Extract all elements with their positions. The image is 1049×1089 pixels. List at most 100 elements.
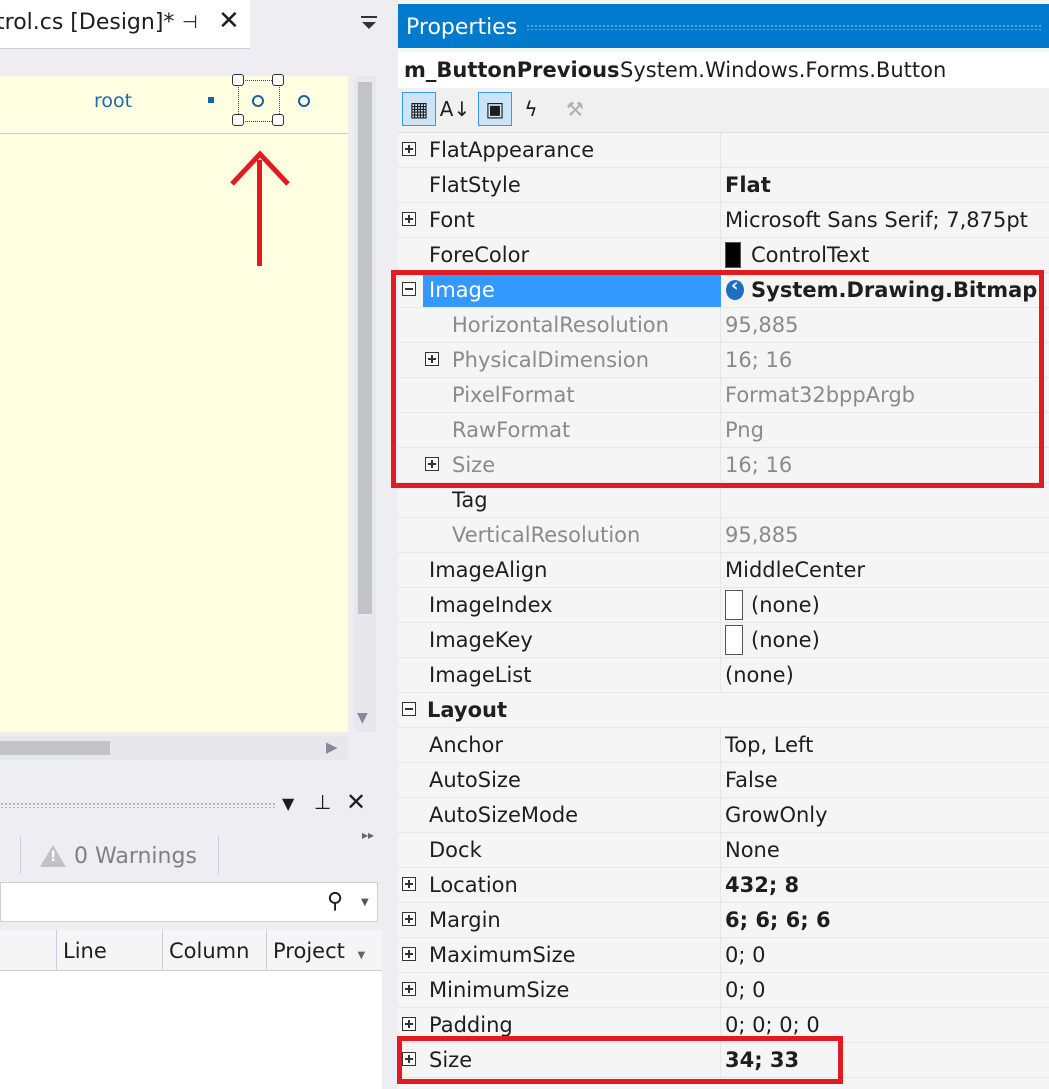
property-category-layout[interactable]: Layout [398,693,1049,728]
property-row-flatstyle[interactable]: FlatStyle Flat [398,168,1049,203]
expand-icon[interactable] [402,877,416,891]
object-type: System.Windows.Forms.Button [620,58,947,82]
column-divider [720,518,721,552]
design-surface[interactable] [0,76,348,732]
property-row-minimumsize[interactable]: MinimumSize 0; 0 [398,973,1049,1008]
property-row-dock[interactable]: Dock None [398,833,1049,868]
close-icon[interactable]: ✕ [346,788,366,816]
property-row-flatappearance[interactable]: FlatAppearance [398,133,1049,168]
warnings-filter-button[interactable]: 0 Warnings [40,840,197,872]
categorized-view-icon[interactable]: ▦ [402,92,436,126]
column-header-line[interactable]: Line [56,930,162,970]
object-selector[interactable]: m_ButtonPrevious System.Windows.Forms.Bu… [398,52,1049,88]
column-divider [720,168,721,202]
scroll-thumb[interactable] [358,82,372,614]
property-value[interactable]: 432; 8 [725,868,799,902]
designer-tab[interactable]: trol.cs [Design]* ⊣ ✕ [0,0,250,49]
search-icon[interactable]: ⚲ [327,889,343,914]
property-row-forecolor[interactable]: ForeColor ControlText [398,238,1049,273]
chevron-down-icon[interactable]: ▼ [361,897,369,908]
property-value[interactable]: MiddleCenter [725,553,865,587]
property-name: Margin [429,908,501,932]
property-value[interactable]: Microsoft Sans Serif; 7,875pt [725,203,1028,237]
events-lightning-icon[interactable]: ϟ [514,92,548,126]
property-name: Anchor [429,733,504,757]
scroll-thumb[interactable] [0,741,110,755]
property-value[interactable]: ControlText [751,238,869,272]
overflow-chevron-icon[interactable]: ▸▸ [362,828,374,842]
annotation-highlight-image [391,270,1044,488]
error-list-header[interactable]: ▼ ⊥ ✕ [0,788,382,822]
property-name: FlatAppearance [429,138,595,162]
column-divider [720,763,721,797]
property-value[interactable]: 6; 6; 6; 6 [725,903,831,937]
collapse-icon[interactable] [402,702,416,716]
property-value[interactable]: 0; 0 [725,938,765,972]
pin-icon[interactable]: ⊣ [182,12,198,33]
close-icon[interactable]: ✕ [218,6,240,36]
property-value[interactable]: False [725,763,778,797]
pin-icon[interactable]: ⊥ [314,790,331,814]
image-preview-box [725,625,743,655]
scroll-down-icon[interactable]: ▼ [357,710,368,726]
column-divider [720,588,721,622]
properties-title-bar[interactable]: Properties [398,4,1049,48]
property-value[interactable]: Flat [725,168,771,202]
property-row-autosizemode[interactable]: AutoSizeMode GrowOnly [398,798,1049,833]
sort-dropdown-icon[interactable]: ▼ [358,950,366,961]
column-divider [720,658,721,692]
previous-arrow-icon[interactable] [252,95,264,107]
column-header-project[interactable]: Project ▼ [266,930,382,970]
property-value[interactable]: (none) [751,623,820,657]
expand-icon[interactable] [402,947,416,961]
designer-vertical-scrollbar[interactable]: ▼ [354,76,376,732]
root-label[interactable]: root [94,90,132,112]
alphabetical-sort-icon[interactable]: A↓ [438,92,472,126]
next-arrow-icon[interactable] [298,95,310,107]
column-divider [720,798,721,832]
column-divider [720,483,721,517]
property-value[interactable]: (none) [725,658,794,692]
property-row-tag[interactable]: Tag [398,483,1049,518]
property-row-font[interactable]: Font Microsoft Sans Serif; 7,875pt [398,203,1049,238]
tab-overflow-icon[interactable] [360,14,378,32]
expand-icon[interactable] [402,982,416,996]
property-row-anchor[interactable]: Anchor Top, Left [398,728,1049,763]
property-row-imagealign[interactable]: ImageAlign MiddleCenter [398,553,1049,588]
expand-icon[interactable] [402,912,416,926]
column-header-column[interactable]: Column [162,930,266,970]
property-row-maximumsize[interactable]: MaximumSize 0; 0 [398,938,1049,973]
resize-handle[interactable] [232,74,244,86]
resize-handle[interactable] [232,114,244,126]
property-name: Tag [452,488,488,512]
property-row-verticalresolution[interactable]: VerticalResolution 95,885 [398,518,1049,553]
scroll-right-icon[interactable]: ▶ [326,738,338,756]
drag-grip[interactable] [0,802,276,808]
column-divider [720,238,721,272]
property-row-location[interactable]: Location 432; 8 [398,868,1049,903]
resize-handle[interactable] [272,114,284,126]
property-name: VerticalResolution [452,523,641,547]
property-value[interactable]: Top, Left [725,728,813,762]
error-list-search-input[interactable]: ⚲ ▼ [0,882,378,922]
marker-icon [208,97,214,103]
property-value[interactable]: (none) [751,588,820,622]
property-row-margin[interactable]: Margin 6; 6; 6; 6 [398,903,1049,938]
resize-handle[interactable] [272,74,284,86]
property-value[interactable]: 0; 0 [725,973,765,1007]
designer-horizontal-scrollbar[interactable]: ▶ [0,736,348,760]
property-value[interactable]: GrowOnly [725,798,828,832]
column-divider [720,133,721,167]
property-row-imagekey[interactable]: ImageKey (none) [398,623,1049,658]
drag-grip[interactable] [526,24,1042,30]
property-row-imageindex[interactable]: ImageIndex (none) [398,588,1049,623]
dropdown-icon[interactable]: ▼ [282,794,294,813]
expand-icon[interactable] [402,212,416,226]
expand-icon[interactable] [402,142,416,156]
property-row-autosize[interactable]: AutoSize False [398,763,1049,798]
property-value[interactable]: None [725,833,780,867]
column-divider [720,623,721,657]
expand-icon[interactable] [402,1017,416,1031]
property-row-imagelist[interactable]: ImageList (none) [398,658,1049,693]
properties-view-icon[interactable]: ▣ [478,92,512,126]
